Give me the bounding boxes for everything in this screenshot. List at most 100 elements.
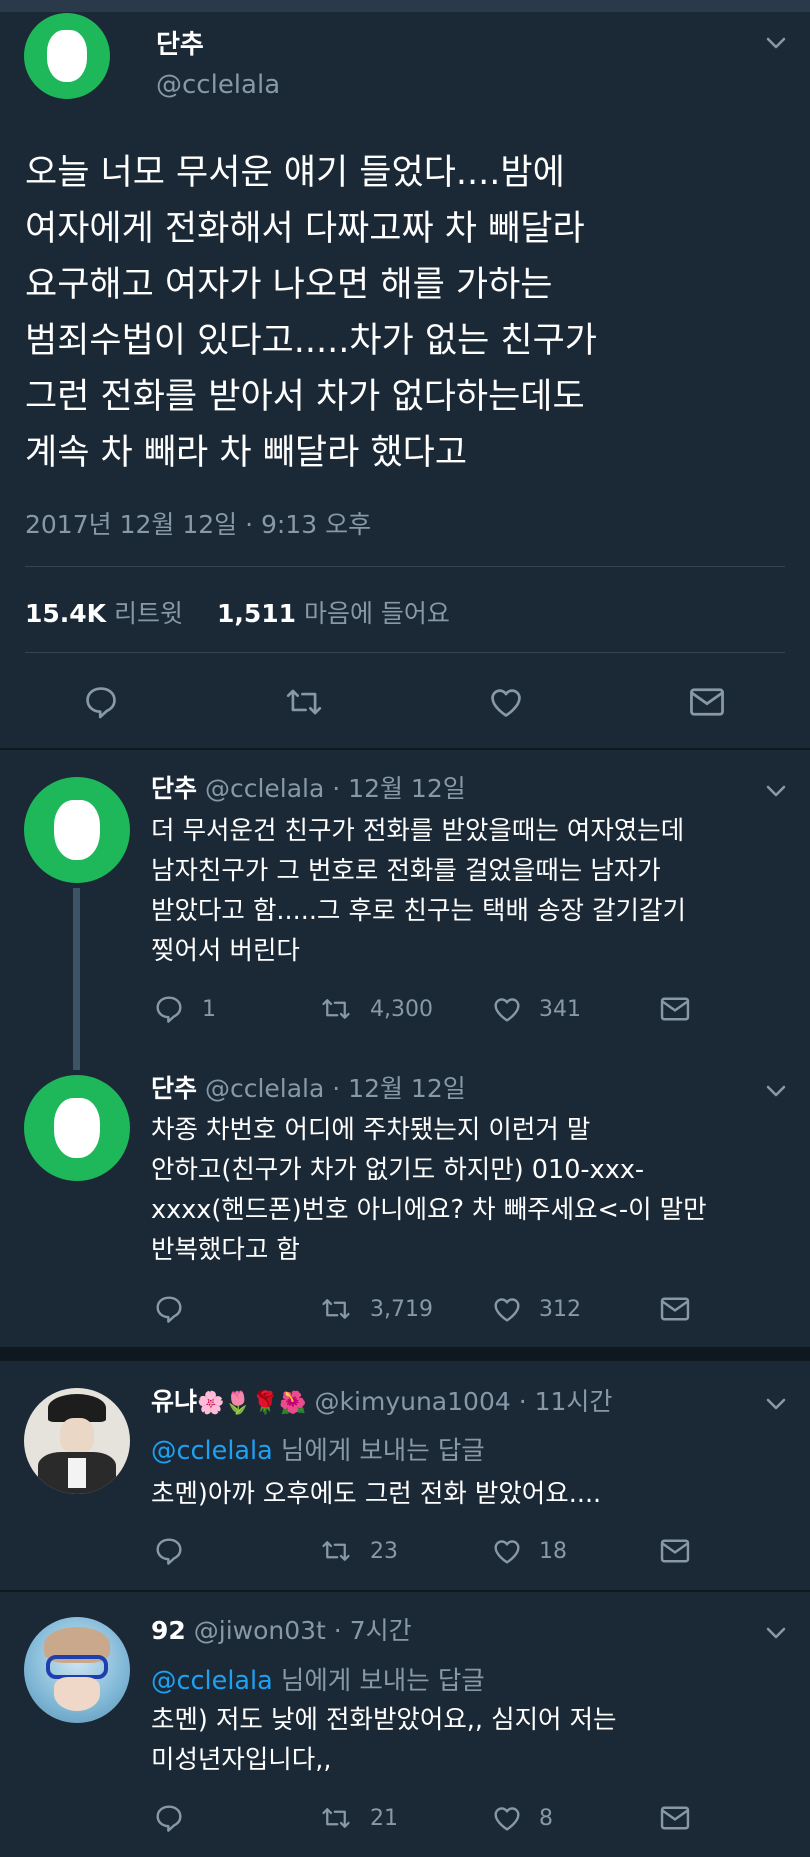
reply-icon[interactable] (153, 1535, 185, 1567)
reply-to-handle[interactable]: @cclelala (151, 1436, 273, 1466)
tweet-line: 요구해고 여자가 나오면 해를 가하는 (25, 265, 553, 305)
retweet-count: 21 (370, 1806, 398, 1831)
reply-line: xxxx(핸드폰)번호 아니에요? 차 빼주세요<-이 말만 (151, 1195, 707, 1225)
reply-text: 초멘)아까 오후에도 그런 전화 받았어요.... (151, 1474, 601, 1514)
handle[interactable]: @jiwon03t (194, 1616, 326, 1645)
thread-line (73, 888, 80, 1070)
reply-line: 더 무서운건 친구가 전화를 받았을때는 여자였는데 (151, 816, 685, 846)
status-bar-strip (0, 0, 810, 12)
chevron-down-icon[interactable] (763, 778, 789, 804)
envelope-icon[interactable] (658, 994, 692, 1024)
reply-header: 유냐🌸🌷🌹🌺 @kimyuna1004 · 11시간 (151, 1386, 612, 1420)
reply-line: 반복했다고 함 (151, 1235, 300, 1265)
avatar[interactable] (24, 1075, 130, 1181)
reply-line: 차종 차번호 어디에 주차됐는지 이런거 말 (151, 1115, 591, 1145)
retweet-icon[interactable] (318, 1536, 354, 1566)
time[interactable]: · 12월 12일 (332, 1074, 465, 1103)
tweet-line: 그런 전화를 받아서 차가 없다하는데도 (25, 377, 585, 417)
reply-context: @cclelala 님에게 보내는 답글 (151, 1660, 485, 1697)
retweet-count[interactable]: 15.4K (25, 599, 106, 628)
default-egg-icon (54, 800, 100, 860)
handle[interactable]: @cclelala (205, 774, 324, 803)
reply-text: 차종 차번호 어디에 주차됐는지 이런거 말 안하고(친구가 차가 없기도 하지… (151, 1110, 707, 1270)
reply-line: 미성년자입니다,, (151, 1745, 332, 1775)
timestamp[interactable]: 2017년 12월 12일 · 9:13 오후 (25, 505, 371, 541)
reply-icon[interactable] (153, 1802, 185, 1834)
reply-context: @cclelala 님에게 보내는 답글 (151, 1430, 485, 1467)
display-name[interactable]: 유냐 (151, 1387, 197, 1416)
divider (25, 566, 785, 567)
envelope-icon[interactable] (658, 1294, 692, 1324)
like-label[interactable]: 마음에 들어요 (304, 599, 450, 628)
like-count: 8 (539, 1806, 553, 1831)
time[interactable]: · 7시간 (334, 1616, 412, 1645)
avatar-shirt (68, 1458, 86, 1488)
reply-to-handle[interactable]: @cclelala (151, 1666, 273, 1696)
reply-to-label: 님에게 보내는 답글 (280, 1436, 485, 1466)
handle[interactable]: @cclelala (156, 70, 280, 100)
display-name[interactable]: 단추 (151, 774, 197, 803)
reply-icon[interactable] (153, 993, 185, 1025)
reply-line: 찢어서 버린다 (151, 936, 300, 966)
like-count: 341 (539, 997, 581, 1022)
handle[interactable]: @kimyuna1004 (315, 1387, 511, 1416)
heart-icon[interactable] (490, 1802, 524, 1834)
reply-to-label: 님에게 보내는 답글 (280, 1666, 485, 1696)
reply-icon[interactable] (153, 1293, 185, 1325)
retweet-icon[interactable] (283, 683, 325, 721)
time[interactable]: · 12월 12일 (332, 774, 465, 803)
reply-line: 초멘) 저도 낮에 전화받았어요,, 심지어 저는 (151, 1705, 617, 1735)
retweet-count: 4,300 (370, 997, 433, 1022)
envelope-icon[interactable] (658, 1536, 692, 1566)
like-count[interactable]: 1,511 (217, 599, 296, 628)
reply-text: 초멘) 저도 낮에 전화받았어요,, 심지어 저는 미성년자입니다,, (151, 1700, 617, 1780)
reply-line: 받았다고 함.....그 후로 친구는 택배 송장 갈기갈기 (151, 896, 686, 926)
avatar-glasses (46, 1655, 108, 1679)
divider (25, 652, 785, 653)
avatar[interactable] (24, 1388, 130, 1494)
reply-icon[interactable] (82, 683, 120, 721)
retweet-icon[interactable] (318, 994, 354, 1024)
avatar[interactable] (24, 1617, 130, 1723)
retweet-icon[interactable] (318, 1803, 354, 1833)
avatar[interactable] (24, 777, 130, 883)
envelope-icon[interactable] (658, 1803, 692, 1833)
display-name[interactable]: 92 (151, 1616, 186, 1645)
reply-header: 92 @jiwon03t · 7시간 (151, 1615, 412, 1647)
chevron-down-icon[interactable] (763, 1078, 789, 1104)
retweet-label[interactable]: 리트윗 (114, 599, 183, 628)
chevron-down-icon[interactable] (763, 1620, 789, 1646)
tweet-text: 오늘 너모 무서운 얘기 들었다....밤에 여자에게 전화해서 다짜고짜 차 … (25, 145, 597, 481)
retweet-count: 3,719 (370, 1297, 433, 1322)
flower-emojis: 🌸🌷🌹🌺 (197, 1391, 307, 1416)
section-divider (0, 1590, 810, 1592)
display-name[interactable]: 단추 (151, 1074, 197, 1103)
handle[interactable]: @cclelala (205, 1074, 324, 1103)
avatar[interactable] (24, 13, 110, 99)
chevron-down-icon[interactable] (763, 1391, 789, 1417)
heart-icon[interactable] (490, 993, 524, 1025)
display-name[interactable]: 단추 (156, 24, 204, 61)
reply-text: 더 무서운건 친구가 전화를 받았을때는 여자였는데 남자친구가 그 번호로 전… (151, 811, 686, 971)
heart-icon[interactable] (490, 1535, 524, 1567)
retweet-count: 23 (370, 1539, 398, 1564)
chevron-down-icon[interactable] (763, 30, 789, 56)
avatar-face (60, 1418, 94, 1454)
reply-count: 1 (202, 997, 216, 1022)
heart-icon[interactable] (486, 683, 526, 721)
reply-header: 단추 @cclelala · 12월 12일 (151, 1073, 466, 1105)
reply-line: 남자친구가 그 번호로 전화를 걸었을때는 남자가 (151, 856, 661, 886)
tweet-line: 오늘 너모 무서운 얘기 들었다....밤에 (25, 153, 565, 193)
default-egg-icon (54, 1098, 100, 1158)
heart-icon[interactable] (490, 1293, 524, 1325)
avatar-face (54, 1677, 100, 1711)
reply-header: 단추 @cclelala · 12월 12일 (151, 773, 466, 805)
retweet-icon[interactable] (318, 1294, 354, 1324)
like-count: 18 (539, 1539, 567, 1564)
envelope-icon[interactable] (687, 684, 727, 720)
time[interactable]: · 11시간 (519, 1387, 613, 1416)
tweet-line: 범죄수법이 있다고.....차가 없는 친구가 (25, 321, 598, 361)
reply-line: 초멘)아까 오후에도 그런 전화 받았어요.... (151, 1479, 602, 1509)
default-egg-icon (47, 30, 87, 82)
tweet-line: 여자에게 전화해서 다짜고짜 차 빼달라 (25, 209, 585, 249)
